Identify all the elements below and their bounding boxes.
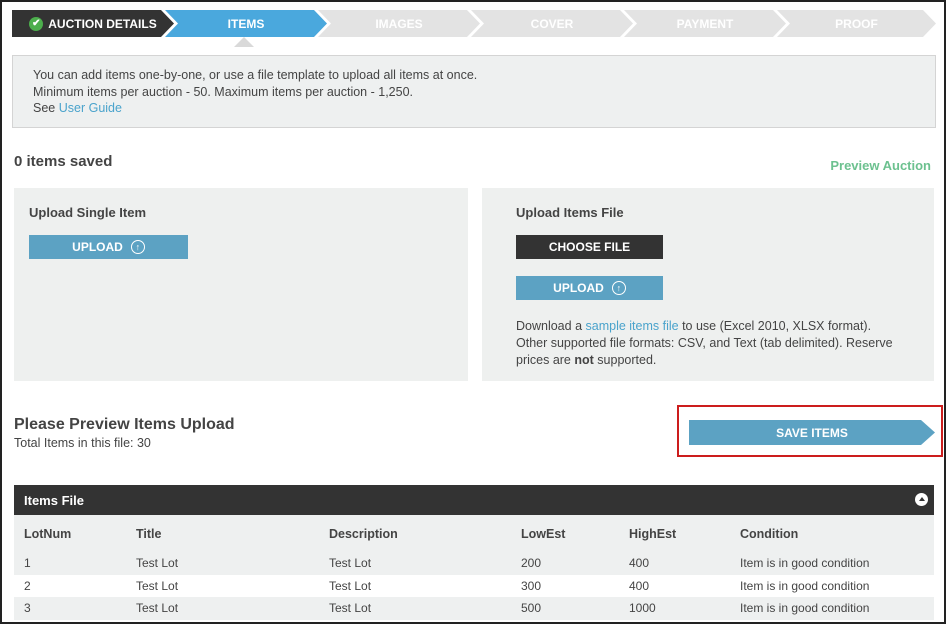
check-circle-icon: ✔ — [29, 17, 43, 31]
step-proof[interactable]: PROOF — [777, 10, 936, 37]
choose-file-button[interactable]: CHOOSE FILE — [516, 235, 663, 259]
table-header-row: LotNum Title Description LowEst HighEst … — [14, 515, 934, 552]
cell-title: Test Lot — [126, 574, 319, 597]
step-label: COVER — [530, 16, 574, 31]
cell-title: Test Lot — [126, 597, 319, 620]
save-items-button[interactable]: SAVE ITEMS — [689, 420, 935, 445]
cell-title: Test Lot — [126, 552, 319, 575]
column-header-description: Description — [319, 515, 511, 552]
cell-highest: 1000 — [619, 597, 730, 620]
cell-description: Test Lot — [319, 597, 511, 620]
panel-title: Upload Items File — [516, 205, 624, 220]
step-label: IMAGES — [375, 16, 423, 31]
upload-single-item-panel: Upload Single Item UPLOAD ↑ — [14, 188, 468, 381]
button-label: UPLOAD — [72, 240, 123, 254]
button-label: CHOOSE FILE — [548, 240, 631, 254]
cell-highest: 400 — [619, 574, 730, 597]
step-label: PROOF — [835, 16, 878, 31]
upload-arrow-icon: ↑ — [611, 281, 626, 295]
sample-items-file-link[interactable]: sample items file — [586, 319, 679, 333]
upload-file-button[interactable]: UPLOAD ↑ — [516, 276, 663, 300]
download-prefix: Download a — [516, 319, 583, 333]
upload-items-file-panel: Upload Items File CHOOSE FILE UPLOAD ↑ D… — [482, 188, 934, 381]
items-table: LotNum Title Description LowEst HighEst … — [14, 515, 934, 620]
active-step-pointer — [234, 37, 254, 47]
column-header-title: Title — [126, 515, 319, 552]
items-file-title: Items File — [24, 492, 84, 508]
column-header-lowest: LowEst — [511, 515, 619, 552]
items-file-header[interactable]: Items File — [14, 485, 934, 515]
table-row: 2 Test Lot Test Lot 300 400 Item is in g… — [14, 574, 934, 597]
cell-description: Test Lot — [319, 552, 511, 575]
preview-title: Please Preview Items Upload — [14, 416, 235, 433]
cell-lowest: 300 — [511, 574, 619, 597]
step-images[interactable]: IMAGES — [318, 10, 480, 37]
download-suffix: to use (Excel 2010, XLSX format). — [682, 319, 872, 333]
step-items[interactable]: ITEMS — [165, 10, 327, 37]
step-auction-details[interactable]: ✔ AUCTION DETAILS — [12, 10, 174, 37]
cell-lotnum: 2 — [14, 574, 126, 597]
upload-single-item-button[interactable]: UPLOAD ↑ — [29, 235, 188, 259]
items-saved-count: 0 items saved — [14, 153, 113, 170]
info-box: You can add items one-by-one, or use a f… — [12, 55, 936, 128]
cell-lowest: 500 — [511, 597, 619, 620]
column-header-highest: HighEst — [619, 515, 730, 552]
supported-suffix: supported. — [597, 353, 657, 367]
table-row: 1 Test Lot Test Lot 200 400 Item is in g… — [14, 552, 934, 575]
step-payment[interactable]: PAYMENT — [624, 10, 786, 37]
formats-text: Other supported file formats: CSV, and T… — [516, 336, 893, 367]
wizard-steps: ✔ AUCTION DETAILS ITEMS IMAGES COVER PAY… — [12, 10, 936, 37]
column-header-lotnum: LotNum — [14, 515, 126, 552]
button-label: UPLOAD — [553, 281, 604, 295]
download-instructions: Download a sample items file to use (Exc… — [516, 318, 916, 369]
cell-condition: Item is in good condition — [730, 552, 934, 575]
page-frame: ✔ AUCTION DETAILS ITEMS IMAGES COVER PAY… — [0, 0, 946, 624]
step-label: ITEMS — [227, 16, 265, 31]
step-cover[interactable]: COVER — [471, 10, 633, 37]
column-header-condition: Condition — [730, 515, 934, 552]
table-row: 3 Test Lot Test Lot 500 1000 Item is in … — [14, 597, 934, 620]
cell-condition: Item is in good condition — [730, 597, 934, 620]
upload-arrow-icon: ↑ — [130, 240, 145, 254]
step-label: AUCTION DETAILS — [48, 16, 157, 31]
cell-lotnum: 1 — [14, 552, 126, 575]
user-guide-link[interactable]: User Guide — [59, 101, 122, 115]
see-label: See — [33, 101, 56, 115]
preview-auction-link[interactable]: Preview Auction — [830, 158, 931, 173]
total-items-label: Total Items in this file: 30 — [14, 436, 151, 450]
cell-lowest: 200 — [511, 552, 619, 575]
info-line-3: See User Guide — [33, 100, 915, 117]
panel-title: Upload Single Item — [29, 205, 147, 220]
button-label: SAVE ITEMS — [776, 425, 848, 440]
collapse-up-icon[interactable] — [915, 493, 928, 506]
cell-highest: 400 — [619, 552, 730, 575]
cell-condition: Item is in good condition — [730, 574, 934, 597]
info-line-1: You can add items one-by-one, or use a f… — [33, 68, 478, 82]
not-word: not — [574, 353, 594, 367]
step-label: PAYMENT — [676, 16, 734, 31]
cell-lotnum: 3 — [14, 597, 126, 620]
info-line-2: Minimum items per auction - 50. Maximum … — [33, 84, 413, 99]
cell-description: Test Lot — [319, 574, 511, 597]
